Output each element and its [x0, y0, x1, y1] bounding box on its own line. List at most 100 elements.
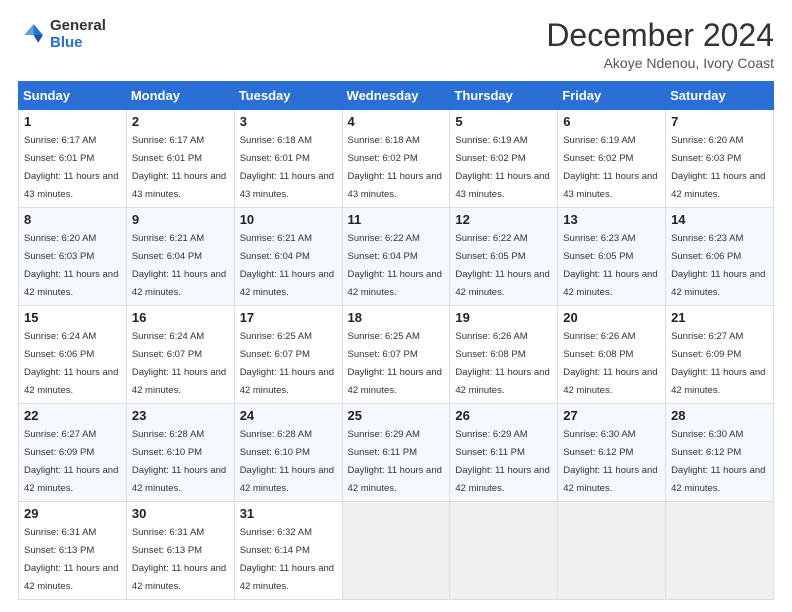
- day-info: Sunrise: 6:18 AMSunset: 6:02 PMDaylight:…: [348, 135, 442, 200]
- day-info: Sunrise: 6:20 AMSunset: 6:03 PMDaylight:…: [671, 135, 765, 200]
- header: General Blue December 2024 Akoye Ndenou,…: [18, 18, 774, 71]
- day-info: Sunrise: 6:23 AMSunset: 6:05 PMDaylight:…: [563, 233, 657, 298]
- logo-general-text: General: [50, 18, 106, 35]
- day-info: Sunrise: 6:28 AMSunset: 6:10 PMDaylight:…: [240, 429, 334, 494]
- col-friday: Friday: [558, 82, 666, 110]
- day-info: Sunrise: 6:32 AMSunset: 6:14 PMDaylight:…: [240, 527, 334, 592]
- day-number: 13: [563, 212, 660, 227]
- day-cell-17: 17 Sunrise: 6:25 AMSunset: 6:07 PMDaylig…: [234, 306, 342, 404]
- day-info: Sunrise: 6:31 AMSunset: 6:13 PMDaylight:…: [24, 527, 118, 592]
- empty-cell: [342, 502, 450, 600]
- empty-cell: [558, 502, 666, 600]
- col-tuesday: Tuesday: [234, 82, 342, 110]
- day-number: 5: [455, 114, 552, 129]
- day-info: Sunrise: 6:25 AMSunset: 6:07 PMDaylight:…: [348, 331, 442, 396]
- logo-icon: [18, 21, 46, 49]
- day-number: 27: [563, 408, 660, 423]
- location: Akoye Ndenou, Ivory Coast: [546, 55, 774, 71]
- logo-text: General Blue: [50, 18, 106, 51]
- day-cell-4: 4 Sunrise: 6:18 AMSunset: 6:02 PMDayligh…: [342, 110, 450, 208]
- day-cell-10: 10 Sunrise: 6:21 AMSunset: 6:04 PMDaylig…: [234, 208, 342, 306]
- day-number: 9: [132, 212, 229, 227]
- day-info: Sunrise: 6:28 AMSunset: 6:10 PMDaylight:…: [132, 429, 226, 494]
- week-row-3: 15 Sunrise: 6:24 AMSunset: 6:06 PMDaylig…: [19, 306, 774, 404]
- day-info: Sunrise: 6:18 AMSunset: 6:01 PMDaylight:…: [240, 135, 334, 200]
- day-number: 11: [348, 212, 445, 227]
- day-number: 4: [348, 114, 445, 129]
- day-info: Sunrise: 6:20 AMSunset: 6:03 PMDaylight:…: [24, 233, 118, 298]
- empty-cell: [450, 502, 558, 600]
- logo: General Blue: [18, 18, 106, 51]
- day-info: Sunrise: 6:19 AMSunset: 6:02 PMDaylight:…: [455, 135, 549, 200]
- day-info: Sunrise: 6:22 AMSunset: 6:04 PMDaylight:…: [348, 233, 442, 298]
- day-number: 21: [671, 310, 768, 325]
- logo-blue-text: Blue: [50, 35, 106, 52]
- day-cell-27: 27 Sunrise: 6:30 AMSunset: 6:12 PMDaylig…: [558, 404, 666, 502]
- day-cell-16: 16 Sunrise: 6:24 AMSunset: 6:07 PMDaylig…: [126, 306, 234, 404]
- calendar-table: Sunday Monday Tuesday Wednesday Thursday…: [18, 81, 774, 600]
- col-monday: Monday: [126, 82, 234, 110]
- week-row-1: 1 Sunrise: 6:17 AMSunset: 6:01 PMDayligh…: [19, 110, 774, 208]
- day-number: 20: [563, 310, 660, 325]
- day-info: Sunrise: 6:24 AMSunset: 6:07 PMDaylight:…: [132, 331, 226, 396]
- day-number: 28: [671, 408, 768, 423]
- day-info: Sunrise: 6:25 AMSunset: 6:07 PMDaylight:…: [240, 331, 334, 396]
- day-cell-7: 7 Sunrise: 6:20 AMSunset: 6:03 PMDayligh…: [666, 110, 774, 208]
- day-cell-1: 1 Sunrise: 6:17 AMSunset: 6:01 PMDayligh…: [19, 110, 127, 208]
- day-info: Sunrise: 6:29 AMSunset: 6:11 PMDaylight:…: [455, 429, 549, 494]
- day-number: 26: [455, 408, 552, 423]
- day-number: 31: [240, 506, 337, 521]
- day-cell-11: 11 Sunrise: 6:22 AMSunset: 6:04 PMDaylig…: [342, 208, 450, 306]
- day-cell-21: 21 Sunrise: 6:27 AMSunset: 6:09 PMDaylig…: [666, 306, 774, 404]
- day-info: Sunrise: 6:22 AMSunset: 6:05 PMDaylight:…: [455, 233, 549, 298]
- day-number: 14: [671, 212, 768, 227]
- day-cell-9: 9 Sunrise: 6:21 AMSunset: 6:04 PMDayligh…: [126, 208, 234, 306]
- day-cell-19: 19 Sunrise: 6:26 AMSunset: 6:08 PMDaylig…: [450, 306, 558, 404]
- day-info: Sunrise: 6:26 AMSunset: 6:08 PMDaylight:…: [563, 331, 657, 396]
- day-number: 12: [455, 212, 552, 227]
- week-row-4: 22 Sunrise: 6:27 AMSunset: 6:09 PMDaylig…: [19, 404, 774, 502]
- day-cell-29: 29 Sunrise: 6:31 AMSunset: 6:13 PMDaylig…: [19, 502, 127, 600]
- day-cell-26: 26 Sunrise: 6:29 AMSunset: 6:11 PMDaylig…: [450, 404, 558, 502]
- day-info: Sunrise: 6:26 AMSunset: 6:08 PMDaylight:…: [455, 331, 549, 396]
- day-info: Sunrise: 6:17 AMSunset: 6:01 PMDaylight:…: [24, 135, 118, 200]
- day-info: Sunrise: 6:30 AMSunset: 6:12 PMDaylight:…: [671, 429, 765, 494]
- day-number: 1: [24, 114, 121, 129]
- day-number: 24: [240, 408, 337, 423]
- col-thursday: Thursday: [450, 82, 558, 110]
- day-number: 10: [240, 212, 337, 227]
- day-cell-28: 28 Sunrise: 6:30 AMSunset: 6:12 PMDaylig…: [666, 404, 774, 502]
- empty-cell: [666, 502, 774, 600]
- day-number: 6: [563, 114, 660, 129]
- day-info: Sunrise: 6:27 AMSunset: 6:09 PMDaylight:…: [671, 331, 765, 396]
- day-info: Sunrise: 6:21 AMSunset: 6:04 PMDaylight:…: [240, 233, 334, 298]
- day-cell-18: 18 Sunrise: 6:25 AMSunset: 6:07 PMDaylig…: [342, 306, 450, 404]
- day-info: Sunrise: 6:31 AMSunset: 6:13 PMDaylight:…: [132, 527, 226, 592]
- month-title: December 2024: [546, 18, 774, 53]
- day-number: 17: [240, 310, 337, 325]
- day-info: Sunrise: 6:17 AMSunset: 6:01 PMDaylight:…: [132, 135, 226, 200]
- day-number: 25: [348, 408, 445, 423]
- day-number: 3: [240, 114, 337, 129]
- day-number: 7: [671, 114, 768, 129]
- col-sunday: Sunday: [19, 82, 127, 110]
- day-number: 23: [132, 408, 229, 423]
- day-number: 16: [132, 310, 229, 325]
- day-info: Sunrise: 6:24 AMSunset: 6:06 PMDaylight:…: [24, 331, 118, 396]
- day-info: Sunrise: 6:19 AMSunset: 6:02 PMDaylight:…: [563, 135, 657, 200]
- day-cell-14: 14 Sunrise: 6:23 AMSunset: 6:06 PMDaylig…: [666, 208, 774, 306]
- day-cell-12: 12 Sunrise: 6:22 AMSunset: 6:05 PMDaylig…: [450, 208, 558, 306]
- day-cell-30: 30 Sunrise: 6:31 AMSunset: 6:13 PMDaylig…: [126, 502, 234, 600]
- day-cell-13: 13 Sunrise: 6:23 AMSunset: 6:05 PMDaylig…: [558, 208, 666, 306]
- day-cell-2: 2 Sunrise: 6:17 AMSunset: 6:01 PMDayligh…: [126, 110, 234, 208]
- col-saturday: Saturday: [666, 82, 774, 110]
- day-info: Sunrise: 6:30 AMSunset: 6:12 PMDaylight:…: [563, 429, 657, 494]
- day-cell-6: 6 Sunrise: 6:19 AMSunset: 6:02 PMDayligh…: [558, 110, 666, 208]
- day-cell-31: 31 Sunrise: 6:32 AMSunset: 6:14 PMDaylig…: [234, 502, 342, 600]
- day-cell-5: 5 Sunrise: 6:19 AMSunset: 6:02 PMDayligh…: [450, 110, 558, 208]
- calendar: Sunday Monday Tuesday Wednesday Thursday…: [18, 81, 774, 600]
- header-row: Sunday Monday Tuesday Wednesday Thursday…: [19, 82, 774, 110]
- day-cell-3: 3 Sunrise: 6:18 AMSunset: 6:01 PMDayligh…: [234, 110, 342, 208]
- day-info: Sunrise: 6:23 AMSunset: 6:06 PMDaylight:…: [671, 233, 765, 298]
- day-cell-24: 24 Sunrise: 6:28 AMSunset: 6:10 PMDaylig…: [234, 404, 342, 502]
